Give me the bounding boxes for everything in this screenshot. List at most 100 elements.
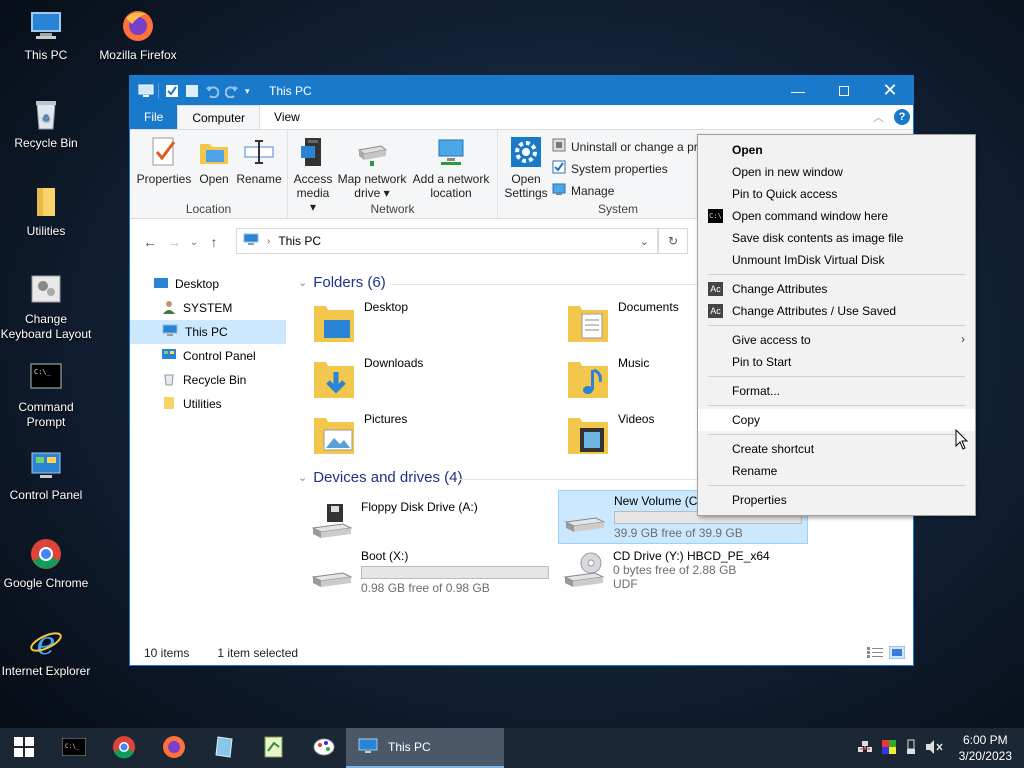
taskbar-app-6[interactable] (300, 728, 348, 768)
title-bar[interactable]: ▾ This PC — ✕ (130, 76, 913, 105)
taskbar-app-5[interactable] (250, 728, 298, 768)
rename-button[interactable]: Rename (234, 136, 284, 186)
properties-button[interactable]: Properties (136, 136, 192, 186)
large-icons-view-icon[interactable] (888, 645, 906, 662)
manage-button[interactable]: Manage (552, 182, 614, 199)
menu-item-pin-start[interactable]: Pin to Start (698, 351, 975, 373)
network-drive-icon (356, 136, 388, 168)
start-button[interactable] (0, 728, 48, 768)
desktop-icon-firefox[interactable]: Mozilla Firefox (92, 8, 184, 63)
taskbar-app-4[interactable] (200, 728, 248, 768)
desktop-folder-icon (154, 277, 168, 292)
new-folder-qat-icon[interactable] (185, 84, 199, 98)
taskbar-chrome[interactable] (100, 728, 148, 768)
redo-icon[interactable] (224, 84, 239, 98)
desktop-icon-utilities[interactable]: Utilities (0, 184, 92, 239)
maximize-button[interactable] (821, 76, 867, 105)
nav-item-utilities[interactable]: Utilities (130, 392, 286, 416)
folder-music[interactable]: Music (566, 356, 649, 400)
manage-label: Manage (571, 183, 615, 198)
details-view-icon[interactable] (867, 646, 883, 662)
folder-pictures[interactable]: Pictures (312, 412, 407, 456)
menu-item-open-command-window[interactable]: C:\ Open command window here (698, 205, 975, 227)
tab-computer[interactable]: Computer (177, 105, 261, 129)
properties-label: Properties (136, 172, 192, 186)
forward-button[interactable]: → (162, 234, 186, 250)
open-settings-button[interactable]: Open Settings (504, 136, 548, 200)
minimize-button[interactable]: — (775, 76, 821, 105)
clock[interactable]: 6:00 PM 3/20/2023 (959, 732, 1012, 764)
nav-item-desktop[interactable]: Desktop (130, 272, 286, 296)
menu-item-format[interactable]: Format... (698, 380, 975, 402)
menu-item-pin-quick-access[interactable]: Pin to Quick access (698, 183, 975, 205)
taskbar-active-window[interactable]: This PC (346, 728, 504, 768)
customize-qat-icon[interactable]: ▾ (245, 84, 259, 98)
menu-item-properties[interactable]: Properties (698, 489, 975, 511)
address-dropdown-icon[interactable]: ⌄ (640, 235, 649, 248)
back-button[interactable]: ← (138, 234, 162, 250)
address-bar[interactable]: › This PC ⌄ (236, 228, 658, 254)
uninstall-program-button[interactable]: Uninstall or change a pr (552, 138, 698, 155)
menu-item-label: Unmount ImDisk Virtual Disk (732, 253, 885, 267)
help-icon[interactable]: ? (894, 109, 910, 125)
desktop-icon-command-prompt[interactable]: C:\_ Command Prompt (0, 360, 92, 430)
map-network-drive-button[interactable]: Map network drive ▾ (336, 136, 408, 200)
rename-icon (243, 136, 275, 168)
maximize-icon (839, 85, 849, 96)
menu-item-change-attributes[interactable]: Ac Change Attributes (698, 278, 975, 300)
menu-item-label: Properties (732, 493, 787, 507)
menu-item-unmount-imdisk[interactable]: Unmount ImDisk Virtual Disk (698, 249, 975, 271)
desktop-icon-internet-explorer[interactable]: e Internet Explorer (0, 624, 92, 679)
recent-locations-button[interactable]: ⌄ (186, 237, 202, 248)
drives-group-header[interactable]: ⌄ Devices and drives (4) (298, 469, 462, 486)
folders-group-header[interactable]: ⌄ Folders (6) (298, 274, 386, 291)
drive-free-space: 0 bytes free of 2.88 GB (613, 563, 737, 577)
drive-label: Boot (X:) (361, 549, 409, 563)
network-tray-icon[interactable] (857, 739, 873, 758)
add-network-location-button[interactable]: Add a network location (410, 136, 492, 200)
menu-item-copy[interactable]: Copy (698, 409, 975, 431)
desktop-icon-control-panel[interactable]: Control Panel (0, 448, 92, 503)
folder-desktop[interactable]: Desktop (312, 300, 408, 344)
menu-item-save-disk-image[interactable]: Save disk contents as image file (698, 227, 975, 249)
collapse-ribbon-icon[interactable]: ︿ (873, 109, 884, 125)
properties-qat-icon[interactable] (165, 84, 179, 98)
tab-view[interactable]: View (260, 105, 314, 129)
drive-cd-y[interactable]: CD Drive (Y:) HBCD_PE_x64 0 bytes free o… (558, 546, 773, 596)
up-button[interactable]: ↑ (202, 234, 226, 250)
nav-item-system[interactable]: SYSTEM (130, 296, 286, 320)
nav-item-control-panel[interactable]: Control Panel (130, 344, 286, 368)
tab-file[interactable]: File (130, 105, 178, 129)
menu-item-rename[interactable]: Rename (698, 460, 975, 482)
address-path[interactable]: This PC (278, 234, 321, 248)
close-button[interactable]: ✕ (867, 76, 913, 105)
folder-downloads[interactable]: Downloads (312, 356, 423, 400)
usb-tray-icon[interactable] (905, 739, 917, 758)
nav-item-recycle-bin[interactable]: Recycle Bin (130, 368, 286, 392)
drive-boot-x[interactable]: Boot (X:) 0.98 GB free of 0.98 GB (306, 546, 552, 598)
refresh-icon: ↻ (667, 234, 679, 248)
folder-videos[interactable]: Videos (566, 412, 654, 456)
menu-item-open[interactable]: Open (698, 139, 975, 161)
breadcrumb-arrow-icon[interactable]: › (267, 236, 270, 247)
menu-item-give-access[interactable]: Give access to › (698, 329, 975, 351)
open-button[interactable]: Open (194, 136, 234, 186)
volume-muted-icon[interactable] (925, 739, 943, 758)
folder-documents[interactable]: Documents (566, 300, 679, 344)
nav-item-label: Utilities (183, 397, 222, 411)
menu-item-create-shortcut[interactable]: Create shortcut (698, 438, 975, 460)
undo-icon[interactable] (205, 84, 220, 98)
drive-floppy[interactable]: Floppy Disk Drive (A:) (306, 497, 481, 547)
desktop-icon-keyboard-layout[interactable]: Change Keyboard Layout (0, 272, 92, 342)
desktop-icon-chrome[interactable]: Google Chrome (0, 536, 92, 591)
refresh-button[interactable]: ↻ (658, 228, 688, 254)
desktop-icon-this-pc[interactable]: This PC (0, 8, 92, 63)
system-properties-button[interactable]: System properties (552, 160, 668, 177)
menu-item-change-attributes-saved[interactable]: Ac Change Attributes / Use Saved (698, 300, 975, 322)
display-tray-icon[interactable] (881, 739, 897, 758)
desktop-icon-recycle-bin[interactable]: ♻ Recycle Bin (0, 96, 92, 151)
nav-item-this-pc[interactable]: This PC (130, 320, 286, 344)
menu-item-open-new-window[interactable]: Open in new window (698, 161, 975, 183)
taskbar-command-prompt[interactable]: C:\_ (50, 728, 98, 768)
taskbar-firefox[interactable] (150, 728, 198, 768)
